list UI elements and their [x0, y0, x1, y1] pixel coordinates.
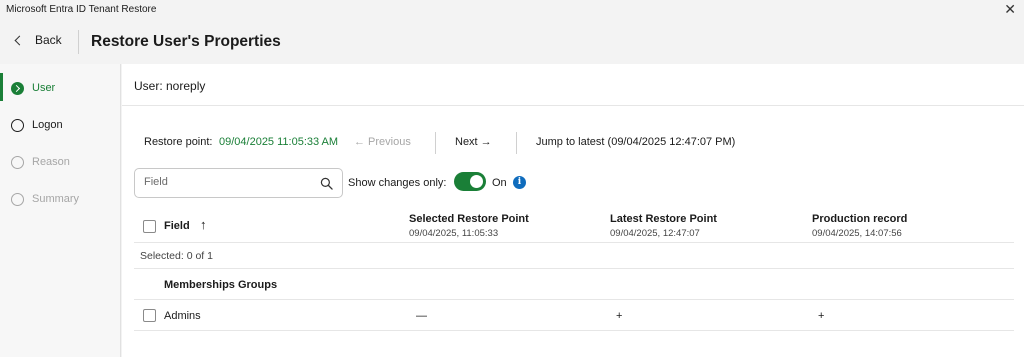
- previous-button[interactable]: ← Previous: [354, 136, 411, 148]
- step-label: User: [32, 82, 56, 94]
- divider: [516, 132, 517, 154]
- step-label: Summary: [32, 193, 80, 205]
- jump-to-latest-button[interactable]: Jump to latest (09/04/2025 12:47:07 PM): [536, 136, 735, 148]
- step-circle-icon: [11, 118, 24, 132]
- column-date: 09/04/2025, 12:47:07: [610, 228, 700, 239]
- info-icon[interactable]: i: [513, 176, 526, 189]
- step-reason: Reason: [0, 147, 120, 177]
- show-changes-toggle[interactable]: [454, 172, 486, 191]
- selection-count-row: Selected: 0 of 1: [134, 243, 1014, 269]
- production-record-cell: +: [818, 310, 825, 322]
- chevron-left-icon: [14, 35, 25, 45]
- field-search-box[interactable]: [134, 168, 343, 198]
- column-header-latest-restore-point: Latest Restore Point 09/04/2025, 12:47:0…: [610, 213, 717, 239]
- table-row[interactable]: Admins — + +: [134, 300, 1014, 331]
- column-name: Selected Restore Point: [409, 213, 529, 225]
- step-circle-icon: [11, 155, 24, 169]
- group-label: Memberships Groups: [164, 279, 278, 291]
- window-title: Microsoft Entra ID Tenant Restore: [6, 4, 157, 15]
- step-complete-icon: [11, 81, 24, 95]
- back-button[interactable]: Back: [12, 33, 62, 47]
- step-label: Logon: [32, 119, 63, 131]
- back-label: Back: [35, 33, 62, 47]
- column-name: Latest Restore Point: [610, 213, 717, 225]
- group-row: Memberships Groups: [134, 269, 1014, 300]
- column-header-production-record: Production record 09/04/2025, 14:07:56: [812, 213, 907, 239]
- toggle-knob: [470, 175, 483, 188]
- main-panel: User: noreply Restore point: 09/04/2025 …: [122, 64, 1024, 357]
- step-label: Reason: [32, 156, 70, 168]
- step-user[interactable]: User: [0, 73, 120, 103]
- sort-ascending-icon[interactable]: ↑: [200, 217, 207, 232]
- field-cell: Admins: [164, 310, 201, 322]
- divider: [435, 132, 436, 154]
- search-icon[interactable]: [320, 177, 333, 190]
- step-circle-icon: [11, 192, 24, 206]
- selected-restore-point-cell: —: [416, 310, 427, 322]
- close-icon[interactable]: ✕: [1004, 1, 1016, 18]
- selection-count: Selected: 0 of 1: [140, 250, 213, 262]
- active-step-indicator: [0, 73, 3, 101]
- select-all-checkbox[interactable]: [143, 220, 156, 233]
- properties-table: Field ↑ Selected Restore Point 09/04/202…: [134, 207, 1014, 331]
- column-date: 09/04/2025, 14:07:56: [812, 228, 902, 239]
- user-label: User: noreply: [134, 79, 206, 93]
- step-summary: Summary: [0, 184, 120, 214]
- table-header: Field ↑ Selected Restore Point 09/04/202…: [134, 207, 1014, 243]
- column-header-selected-restore-point: Selected Restore Point 09/04/2025, 11:05…: [409, 213, 529, 239]
- column-name: Production record: [812, 213, 908, 225]
- page-title: Restore User's Properties: [91, 33, 281, 50]
- column-header-field[interactable]: Field: [164, 220, 190, 232]
- restore-point-label: Restore point:: [144, 136, 213, 148]
- column-date: 09/04/2025, 11:05:33: [409, 228, 499, 239]
- step-logon[interactable]: Logon: [0, 110, 120, 140]
- restore-point-bar: Restore point: 09/04/2025 11:05:33 AM ← …: [122, 132, 1024, 154]
- wizard-steps-sidebar: User Logon Reason Summary: [0, 64, 121, 357]
- row-checkbox[interactable]: [143, 309, 156, 322]
- latest-restore-point-cell: +: [616, 310, 623, 322]
- user-bar: User: noreply: [122, 64, 1024, 106]
- title-bar: Microsoft Entra ID Tenant Restore ✕: [0, 0, 1024, 20]
- show-changes-label: Show changes only:: [348, 177, 447, 189]
- page-header: Back Restore User's Properties: [0, 20, 1024, 64]
- restore-point-value: 09/04/2025 11:05:33 AM: [219, 136, 339, 148]
- toggle-state-label: On: [492, 177, 507, 189]
- header-divider: [78, 30, 79, 54]
- field-search-input[interactable]: [144, 176, 314, 188]
- next-button[interactable]: Next →: [455, 136, 492, 148]
